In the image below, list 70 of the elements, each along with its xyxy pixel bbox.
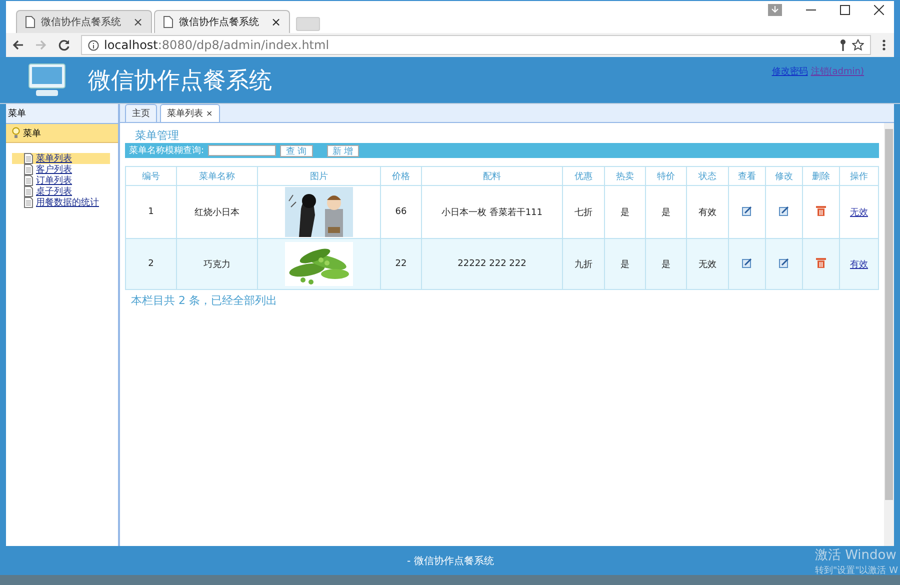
column-header: 删除	[802, 166, 840, 186]
toggle-link[interactable]: 无效	[850, 208, 868, 218]
menu-item[interactable]: 客户列表	[12, 164, 110, 175]
edit-icon[interactable]	[779, 258, 789, 268]
summary-text: 本栏目共 2 条，已经全部列出	[130, 293, 278, 308]
panel-title: 菜单	[6, 104, 118, 124]
download-icon[interactable]	[768, 4, 782, 16]
address-bar[interactable]: localhost:8080/dp8/admin/index.html	[81, 35, 871, 55]
column-header: 优惠	[562, 166, 604, 186]
column-header: 菜单名称	[176, 166, 258, 186]
edit-icon[interactable]	[742, 206, 752, 216]
table-cell: 22	[380, 238, 422, 290]
toggle-link[interactable]: 有效	[850, 260, 868, 270]
column-header: 配料	[422, 166, 562, 186]
activation-notice: 激活 Window	[814, 547, 898, 564]
menu-item[interactable]: 订单列表	[12, 175, 110, 186]
close-tab-button[interactable]: ×	[270, 15, 281, 29]
star-icon[interactable]	[852, 39, 864, 51]
table-cell: 无效	[686, 238, 728, 290]
document-icon	[24, 186, 33, 197]
column-header: 修改	[766, 166, 802, 186]
browser-tab[interactable]: 微信协作点餐系统 ×	[16, 10, 152, 33]
lightbulb-icon	[12, 127, 20, 139]
menu-item[interactable]: 用餐数据的统计	[12, 197, 110, 208]
maximize-icon[interactable]	[840, 5, 850, 15]
document-icon	[24, 164, 33, 175]
activation-hint: 转到"设置"以激活 W	[814, 564, 898, 577]
document-icon	[163, 16, 173, 28]
column-header: 操作	[840, 166, 878, 186]
app-title: 微信协作点餐系统	[88, 66, 272, 96]
search-label: 菜单名称模糊查询:	[129, 144, 204, 157]
close-icon[interactable]	[874, 5, 884, 15]
column-header: 图片	[258, 166, 380, 186]
column-header: 价格	[380, 166, 422, 186]
menu-item[interactable]: 菜单列表	[12, 153, 110, 164]
back-icon[interactable]	[12, 39, 24, 51]
document-icon	[24, 153, 33, 164]
menu-group-header[interactable]: 菜单	[6, 124, 118, 143]
computer-icon	[28, 63, 66, 97]
trash-icon[interactable]	[816, 257, 826, 268]
menu-item[interactable]: 桌子列表	[12, 186, 110, 197]
content-tab[interactable]: 主页	[125, 104, 157, 122]
column-header: 编号	[126, 166, 176, 186]
reload-icon[interactable]	[58, 39, 70, 51]
document-icon	[25, 16, 35, 28]
table-cell: 是	[646, 238, 686, 290]
table-cell: 2	[126, 238, 176, 290]
browser-tab[interactable]: 微信协作点餐系统 ×	[154, 10, 290, 33]
document-icon	[24, 197, 33, 208]
table-cell: 九折	[562, 238, 604, 290]
info-icon	[88, 40, 99, 50]
table-cell: 是	[604, 238, 646, 290]
table-cell: 22222 222 222	[422, 238, 562, 290]
edit-icon[interactable]	[742, 258, 752, 268]
scrollbar[interactable]	[884, 123, 894, 546]
table-cell: 巧克力	[176, 238, 258, 290]
content-tab[interactable]: 菜单列表 ×	[160, 104, 220, 122]
key-icon[interactable]	[839, 39, 847, 51]
trash-icon[interactable]	[816, 205, 826, 216]
column-header: 状态	[686, 166, 728, 186]
close-tab-button[interactable]: ×	[132, 15, 143, 29]
edit-icon[interactable]	[779, 206, 789, 216]
section-title: 菜单管理	[134, 128, 180, 143]
footer-text: - 微信协作点餐系统	[407, 554, 494, 568]
column-header: 特价	[646, 166, 686, 186]
menu-icon[interactable]	[882, 39, 886, 51]
column-header: 查看	[728, 166, 766, 186]
search-field[interactable]	[208, 145, 276, 156]
document-icon	[24, 175, 33, 186]
column-header: 热卖	[604, 166, 646, 186]
